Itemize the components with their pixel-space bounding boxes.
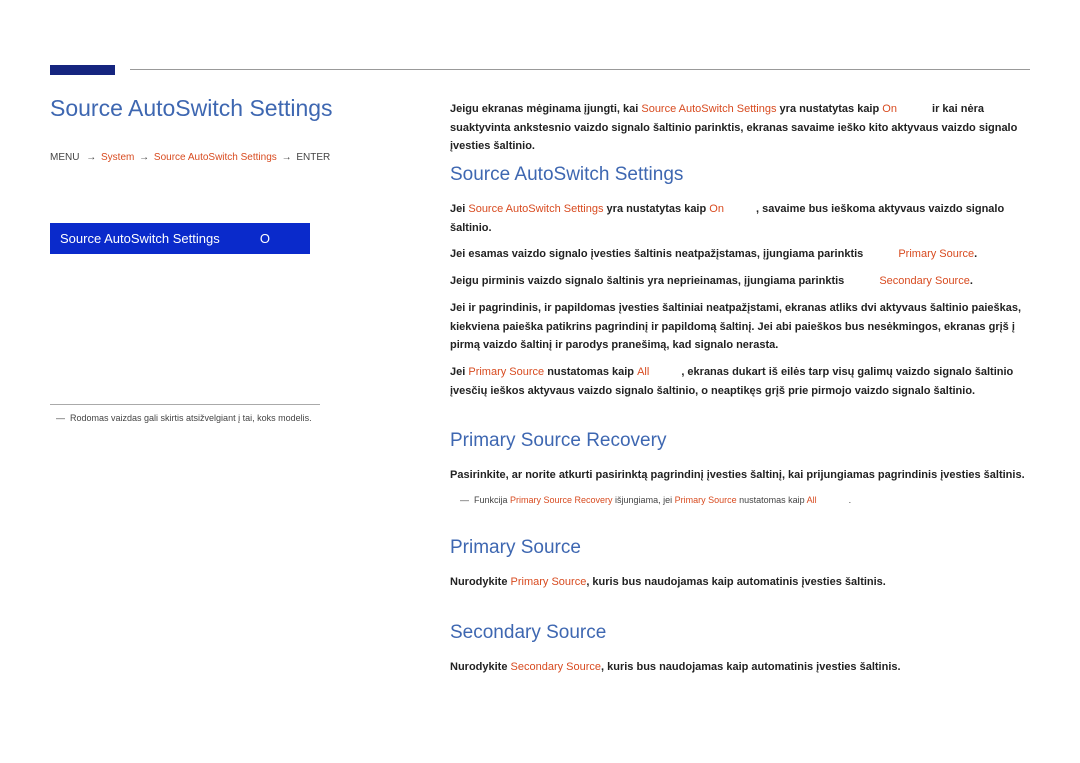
section-intro: Jeigu ekranas mėginama įjungti, kai Sour… <box>450 100 1030 400</box>
autoswitch-para-5: Jei Primary Source nustatomas kaip All, … <box>450 363 1030 400</box>
menu-item-action: O <box>260 231 270 246</box>
menu-key-label: MENU <box>50 152 79 163</box>
left-divider <box>50 404 320 405</box>
arrow-icon: → <box>86 152 96 163</box>
menu-item-label: Source AutoSwitch Settings <box>60 231 220 246</box>
breadcrumb-item: Source AutoSwitch Settings <box>154 152 277 163</box>
section-title-secondary: Secondary Source <box>450 622 1030 644</box>
arrow-icon: → <box>139 152 149 163</box>
intro-paragraph: Jeigu ekranas mėginama įjungti, kai Sour… <box>450 100 1030 156</box>
autoswitch-para-4: Jei ir pagrindinis, ir papildomas įvesti… <box>450 299 1030 355</box>
left-column: Source AutoSwitch Settings MENU → System… <box>50 95 400 423</box>
section-title-primary: Primary Source <box>450 537 1030 559</box>
autoswitch-para-2: Jei esamas vaizdo signalo įvesties šalti… <box>450 245 1030 264</box>
right-column: Jeigu ekranas mėginama įjungti, kai Sour… <box>450 100 1030 707</box>
recovery-note: Funkcija Primary Source Recovery išjungi… <box>450 493 1030 507</box>
section-recovery: Primary Source Recovery Pasirinkite, ar … <box>450 430 1030 507</box>
secondary-para: Nurodykite Secondary Source, kuris bus n… <box>450 658 1030 677</box>
breadcrumb-system: System <box>101 152 134 163</box>
autoswitch-para-3: Jeigu pirminis vaizdo signalo šaltinis y… <box>450 272 1030 291</box>
model-footnote: Rodomas vaizdas gali skirtis atsižvelgia… <box>50 413 400 423</box>
primary-para: Nurodykite Primary Source, kuris bus nau… <box>450 573 1030 592</box>
page-title: Source AutoSwitch Settings <box>50 95 400 122</box>
arrow-icon: → <box>282 152 292 163</box>
section-primary: Primary Source Nurodykite Primary Source… <box>450 537 1030 592</box>
section-title-autoswitch: Source AutoSwitch Settings <box>450 164 1030 186</box>
autoswitch-para-1: Jei Source AutoSwitch Settings yra nusta… <box>450 200 1030 237</box>
recovery-para: Pasirinkite, ar norite atkurti pasirinkt… <box>450 466 1030 485</box>
section-secondary: Secondary Source Nurodykite Secondary So… <box>450 622 1030 677</box>
breadcrumb: MENU → System → Source AutoSwitch Settin… <box>50 152 400 163</box>
header-divider <box>130 69 1030 70</box>
section-title-recovery: Primary Source Recovery <box>450 430 1030 452</box>
enter-key-label: ENTER <box>296 152 330 163</box>
header-accent-bar <box>50 65 115 75</box>
menu-selected-item[interactable]: Source AutoSwitch Settings O <box>50 223 310 254</box>
